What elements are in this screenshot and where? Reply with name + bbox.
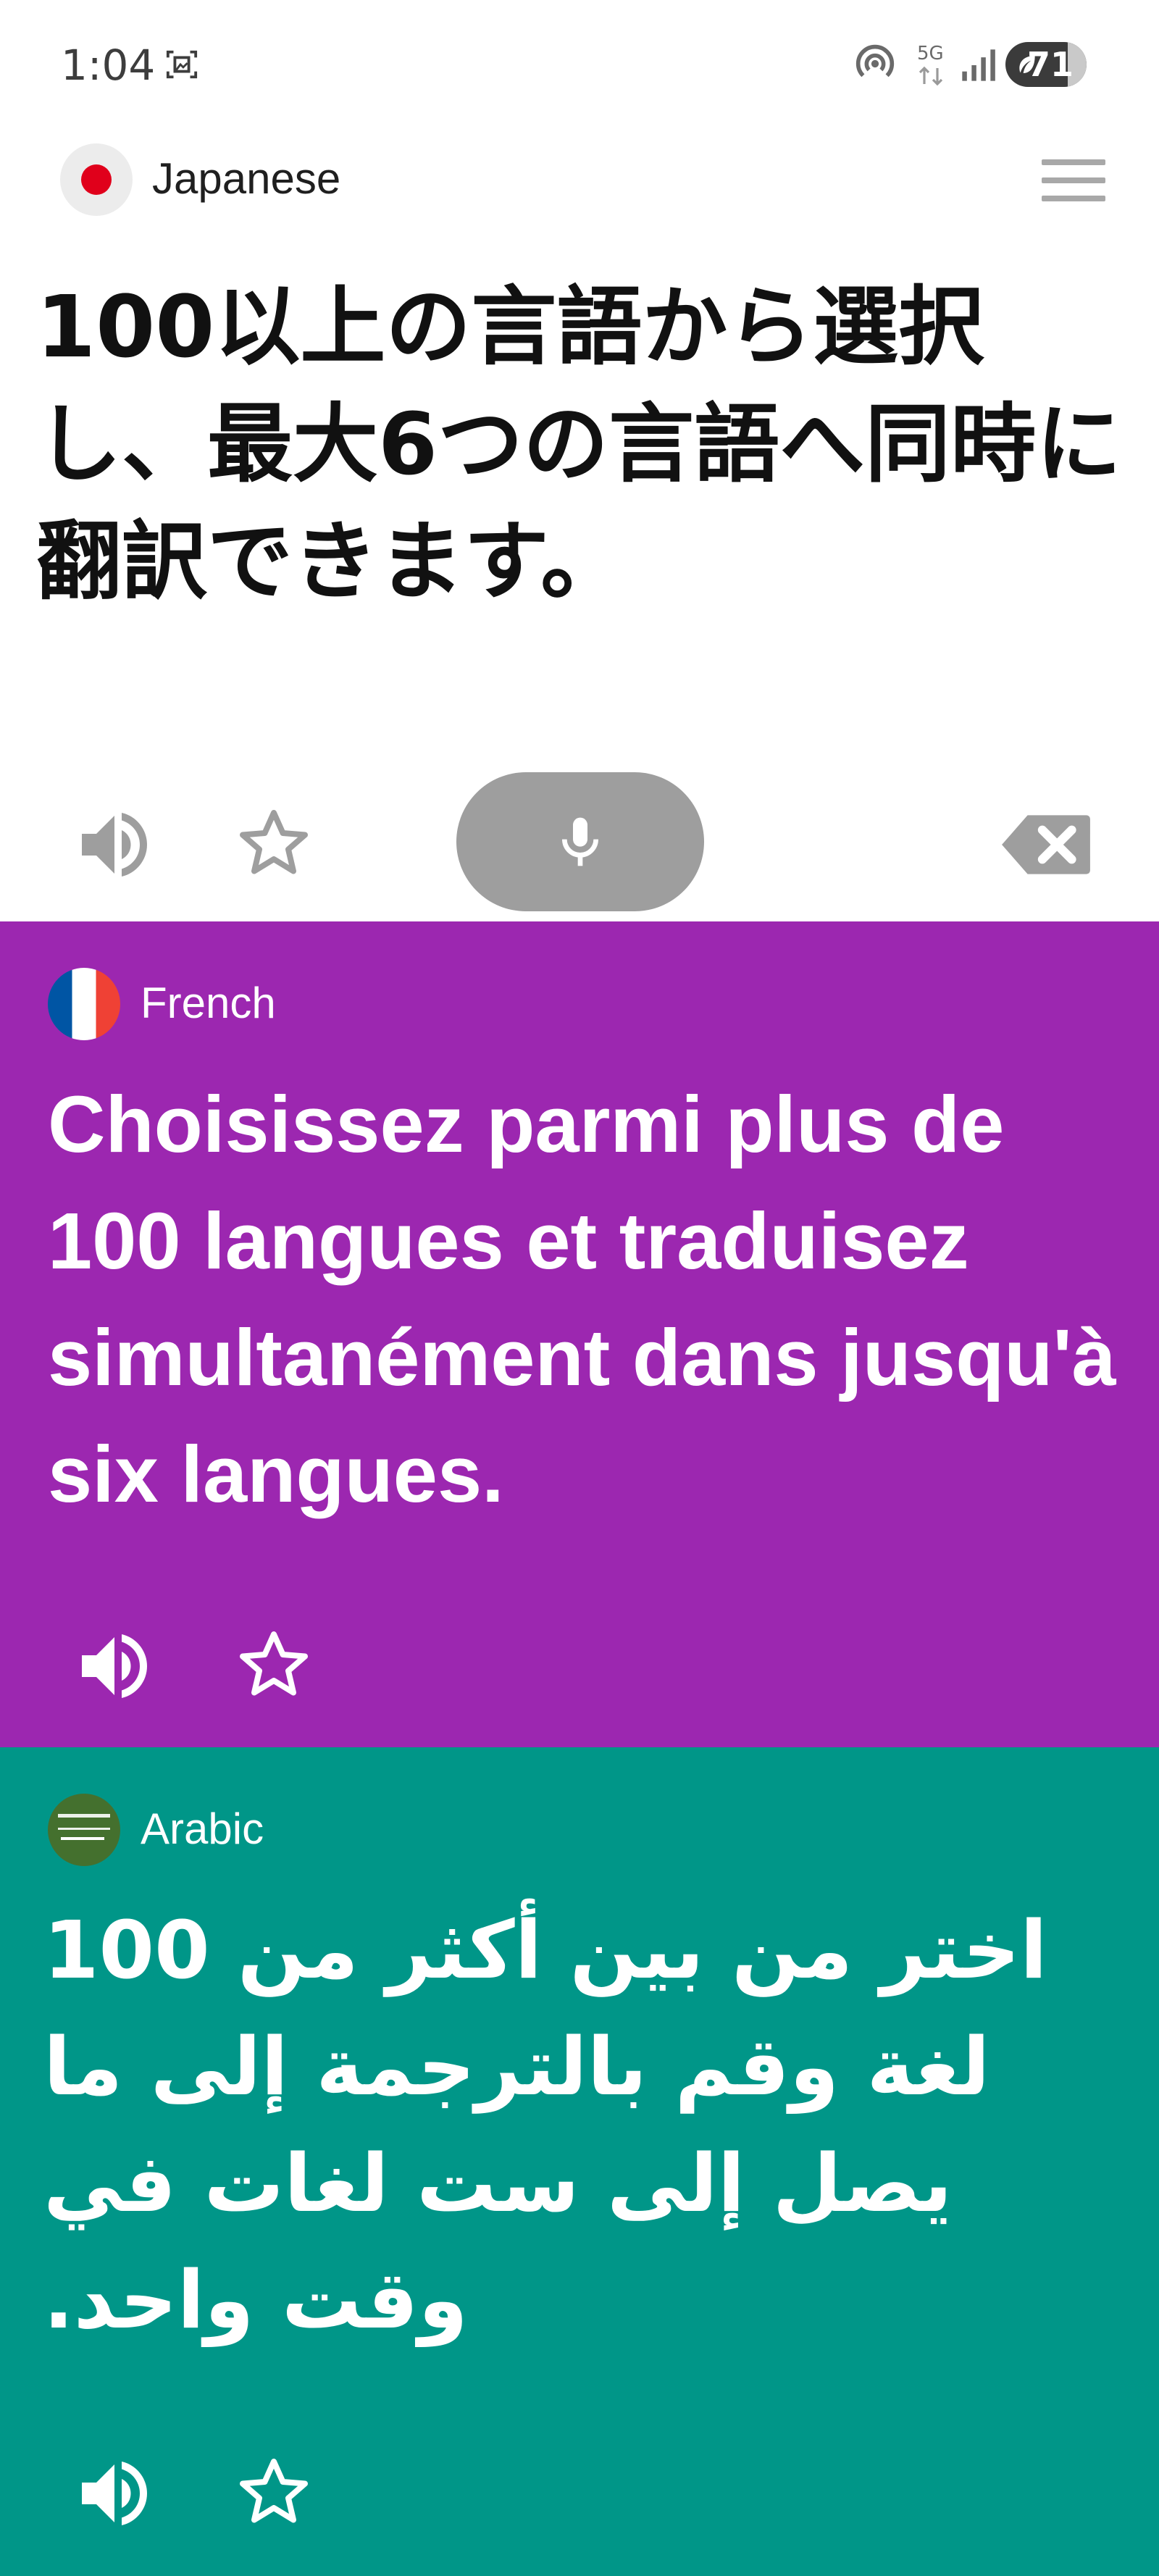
speaker-icon[interactable]: [71, 801, 158, 888]
translation-toolbar: [0, 2450, 1159, 2537]
translation-text[interactable]: اختر من بين أكثر من 100 لغة وقم بالترجمة…: [43, 1892, 1116, 2359]
translation-text[interactable]: Choisissez parmi plus de 100 langues et …: [48, 1066, 1127, 1533]
france-flag-icon[interactable]: [48, 968, 120, 1040]
target-language-label[interactable]: Arabic: [141, 1804, 264, 1854]
battery-indicator: 71: [1005, 42, 1087, 87]
star-outline-icon[interactable]: [230, 1623, 317, 1710]
japan-flag-icon[interactable]: [60, 143, 133, 216]
source-toolbar: [0, 768, 1159, 920]
speaker-icon[interactable]: [71, 2450, 158, 2537]
source-language-selector[interactable]: Japanese: [152, 154, 340, 204]
microphone-icon: [562, 817, 598, 866]
microphone-button[interactable]: [456, 772, 704, 911]
status-time: 1:04: [61, 41, 156, 90]
speaker-icon[interactable]: [71, 1623, 158, 1710]
hotspot-icon: [855, 44, 895, 78]
svg-text:5G: 5G: [917, 43, 944, 64]
battery-level: 71: [1026, 45, 1074, 84]
translation-toolbar: [0, 1623, 1159, 1710]
network-5g-icon: 5G: [917, 43, 944, 86]
star-outline-icon[interactable]: [230, 801, 317, 888]
signal-strength-icon: [962, 49, 995, 81]
status-bar: 1:04 5G 71: [0, 0, 1159, 130]
source-text[interactable]: 100以上の言語から選択し、最大6つの言語へ同時に翻訳できます。: [36, 268, 1145, 620]
hamburger-menu-icon[interactable]: [1039, 155, 1108, 206]
source-language-header: Japanese: [0, 138, 1159, 225]
backspace-clear-icon[interactable]: [998, 801, 1094, 888]
translation-panel-arabic: Arabic اختر من بين أكثر من 100 لغة وقم ب…: [0, 1747, 1159, 2576]
star-outline-icon[interactable]: [230, 2450, 317, 2537]
target-language-label[interactable]: French: [141, 978, 276, 1029]
screenshot-icon: [166, 50, 198, 79]
saudi-arabia-flag-icon[interactable]: [48, 1794, 120, 1866]
translation-panel-french: French Choisissez parmi plus de 100 lang…: [0, 921, 1159, 1747]
